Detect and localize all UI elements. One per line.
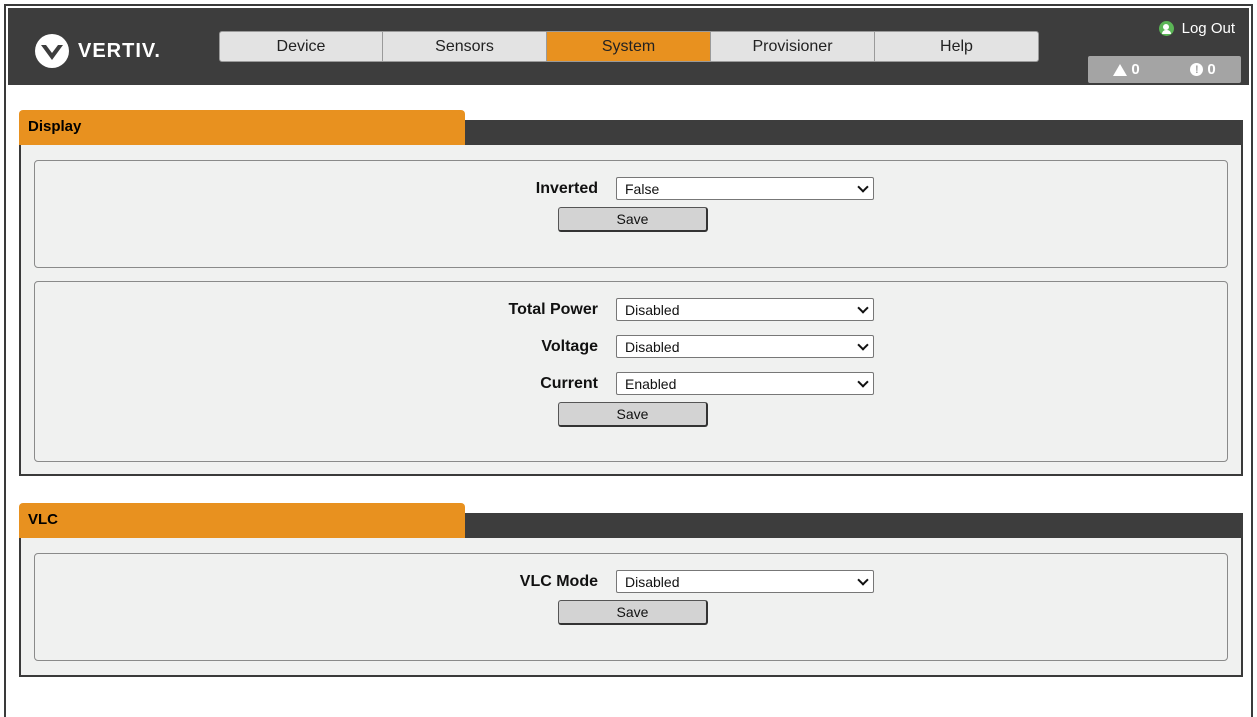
current-row: Current Enabled xyxy=(35,365,1227,402)
chevron-down-icon xyxy=(857,338,869,351)
display-section-header: Display xyxy=(19,110,1243,145)
save-button[interactable]: Save xyxy=(558,600,708,625)
logout-label: Log Out xyxy=(1181,20,1235,37)
vlc-mode-label: VLC Mode xyxy=(519,572,598,590)
vlc-mode-value: Disabled xyxy=(625,573,680,590)
tab-provisioner[interactable]: Provisioner xyxy=(711,31,875,62)
voltage-value: Disabled xyxy=(625,338,680,355)
warning-icon xyxy=(1113,63,1128,76)
voltage-row: Voltage Disabled xyxy=(35,328,1227,365)
vlc-section-header: VLC xyxy=(19,503,1243,538)
inverted-value: False xyxy=(625,180,660,197)
vlc-section-body: VLC Mode Disabled Save xyxy=(19,538,1243,677)
alarm-count-value: 0 xyxy=(1207,61,1216,78)
current-select[interactable]: Enabled xyxy=(616,372,874,395)
total-power-label: Total Power xyxy=(508,300,599,318)
total-power-value: Disabled xyxy=(625,301,680,318)
main-nav: Device Sensors System Provisioner Help xyxy=(219,31,1039,62)
chevron-down-icon xyxy=(857,180,869,193)
vlc-mode-row: VLC Mode Disabled xyxy=(35,563,1227,600)
save-button[interactable]: Save xyxy=(558,402,708,427)
display-section-title: Display xyxy=(19,110,465,145)
brand-name: VERTIV. xyxy=(78,39,161,62)
warning-count[interactable]: 0 xyxy=(1113,61,1140,78)
top-bar: VERTIV. Device Sensors System Provisione… xyxy=(8,8,1249,85)
tab-sensors[interactable]: Sensors xyxy=(383,31,547,62)
tab-device[interactable]: Device xyxy=(219,31,383,62)
inverted-select[interactable]: False xyxy=(616,177,874,200)
save-button[interactable]: Save xyxy=(558,207,708,232)
voltage-label: Voltage xyxy=(541,337,598,355)
section-bar xyxy=(465,120,1243,145)
chevron-down-icon xyxy=(857,573,869,586)
alert-icon: ! xyxy=(1190,63,1204,76)
inverted-label: Inverted xyxy=(535,179,598,197)
voltage-select[interactable]: Disabled xyxy=(616,335,874,358)
warning-count-value: 0 xyxy=(1131,61,1140,78)
vlc-panel: VLC Mode Disabled Save xyxy=(34,553,1228,661)
alarm-status[interactable]: 0 ! 0 xyxy=(1088,56,1241,83)
inverted-row: Inverted False xyxy=(35,170,1227,207)
current-value: Enabled xyxy=(625,375,677,392)
vlc-mode-select[interactable]: Disabled xyxy=(616,570,874,593)
display-section-body: Inverted False Save Total Power Disabled… xyxy=(19,145,1243,476)
display-section: Display Inverted False Save Total Power … xyxy=(19,110,1243,476)
section-bar xyxy=(465,513,1243,538)
readings-panel: Total Power Disabled Voltage Disabled Cu… xyxy=(34,281,1228,462)
vertiv-logo-icon xyxy=(35,34,69,68)
user-icon xyxy=(1158,21,1174,36)
vlc-section: VLC VLC Mode Disabled Save xyxy=(19,503,1243,677)
logout-link[interactable]: Log Out xyxy=(1158,20,1235,37)
vertiv-logo: VERTIV. xyxy=(34,32,161,70)
inverted-panel: Inverted False Save xyxy=(34,160,1228,268)
chevron-down-icon xyxy=(857,375,869,388)
total-power-select[interactable]: Disabled xyxy=(616,298,874,321)
tab-system[interactable]: System xyxy=(547,31,711,62)
vlc-section-title: VLC xyxy=(19,503,465,538)
tab-help[interactable]: Help xyxy=(875,31,1039,62)
current-label: Current xyxy=(540,374,598,392)
alarm-count[interactable]: ! 0 xyxy=(1190,61,1216,78)
chevron-down-icon xyxy=(857,301,869,314)
total-power-row: Total Power Disabled xyxy=(35,291,1227,328)
